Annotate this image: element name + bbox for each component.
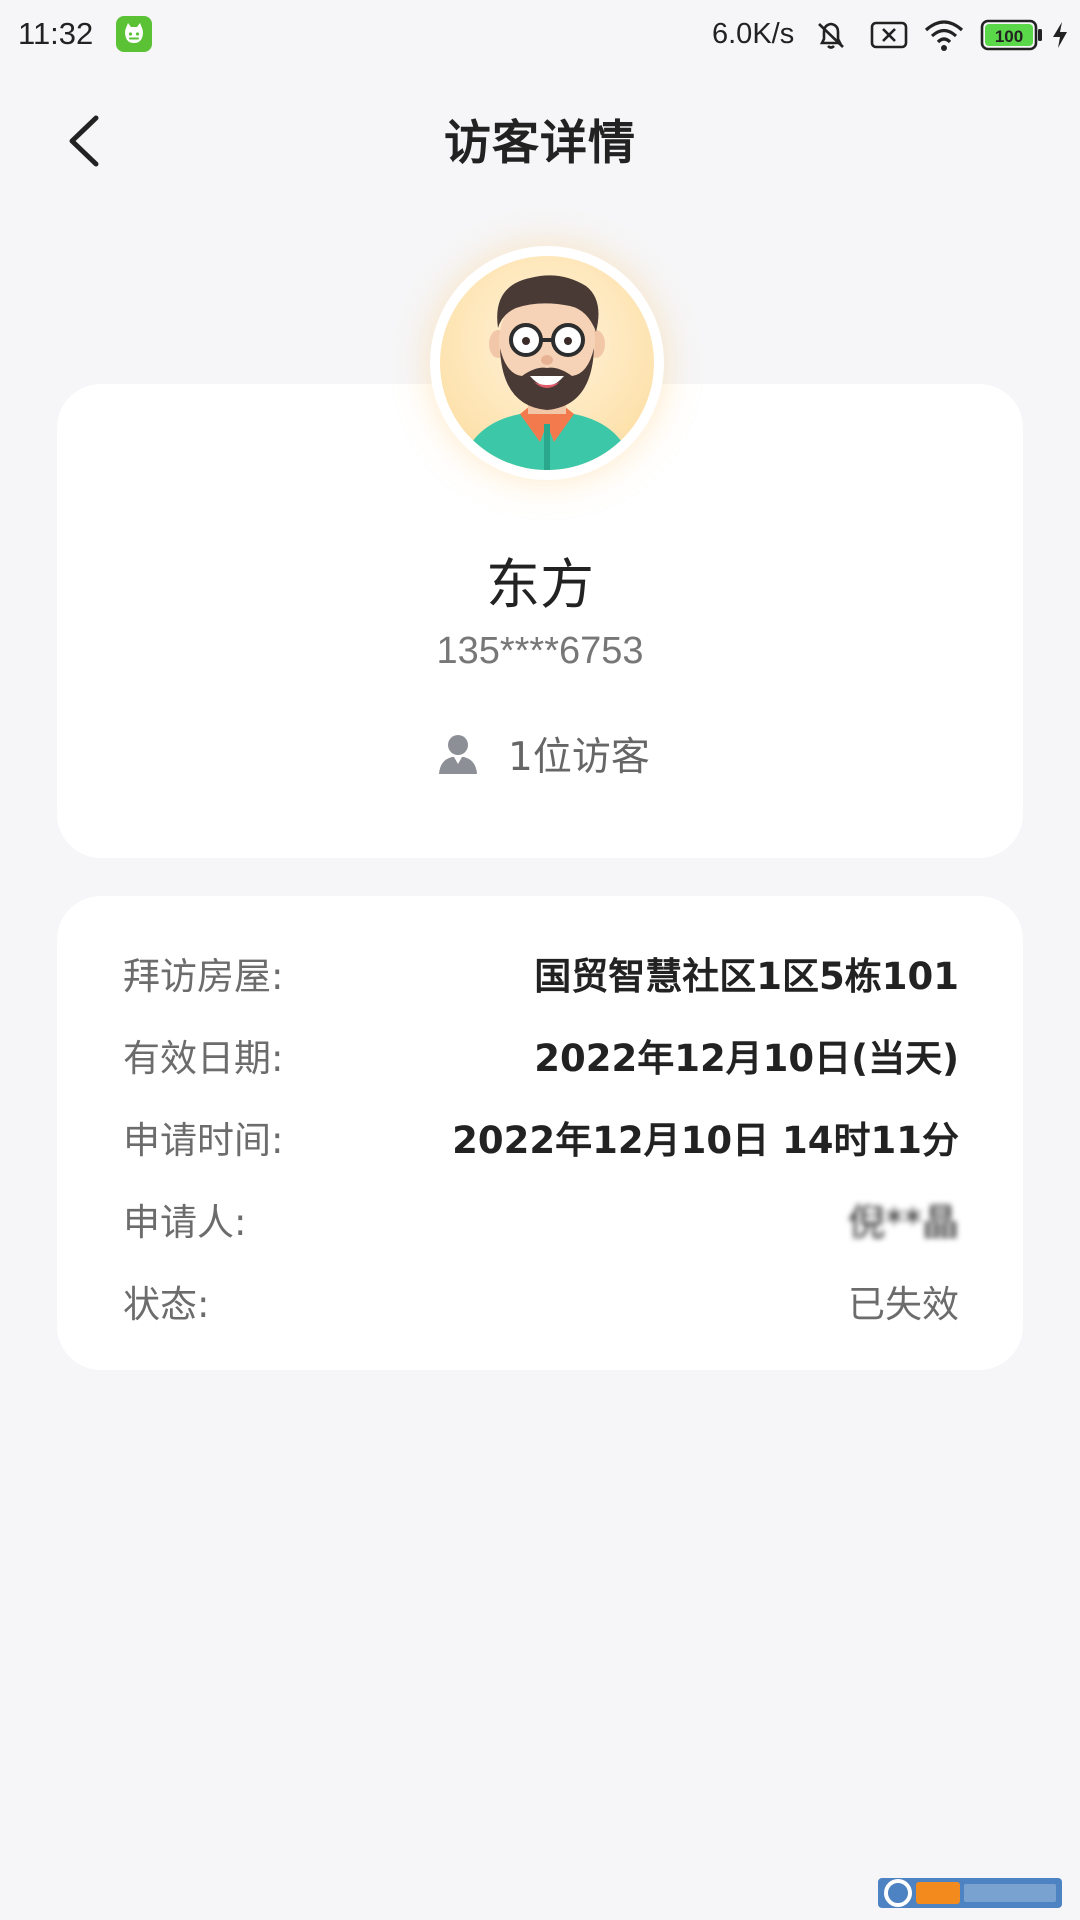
visit-details-card: 拜访房屋: 国贸智慧社区1区5栋101 有效日期: 2022年12月10日(当天… [57, 896, 1023, 1370]
detail-row-status: 状态: 已失效 [57, 1274, 1023, 1334]
avatar-icon [440, 256, 654, 470]
visitor-name: 东方 [486, 553, 594, 616]
visitor-count: 1位访客 [508, 735, 650, 780]
sim-x-icon [870, 20, 908, 54]
detail-row-apply-time: 申请时间: 2022年12月10日 14时11分 [57, 1110, 1023, 1170]
charging-icon [1050, 20, 1070, 54]
detail-label: 拜访房屋: [123, 955, 284, 998]
network-speed: 6.0K/s [712, 18, 795, 50]
watermark-logo [878, 1872, 1062, 1912]
detail-label: 状态: [123, 1283, 210, 1326]
detail-label: 有效日期: [123, 1037, 284, 1080]
detail-value: 2022年12月10日(当天) [534, 1037, 959, 1080]
detail-value: 国贸智慧社区1区5栋101 [534, 955, 959, 998]
status-time: 11:32 [18, 16, 94, 51]
battery-icon: 100 [980, 18, 1044, 56]
detail-row-applicant: 申请人: 倪**晶 [57, 1192, 1023, 1252]
status-badge: 已失效 [848, 1283, 959, 1326]
status-bar: 11:32 6.0K/s 100 [0, 0, 1080, 72]
detail-row-house: 拜访房屋: 国贸智慧社区1区5栋101 [57, 946, 1023, 1006]
visitor-count-row: 1位访客 [0, 724, 1080, 780]
detail-row-valid-date: 有效日期: 2022年12月10日(当天) [57, 1028, 1023, 1088]
detail-value: 2022年12月10日 14时11分 [452, 1119, 959, 1162]
wifi-icon [922, 16, 966, 58]
detail-value: 倪**晶 [848, 1201, 959, 1244]
page-title: 访客详情 [444, 116, 636, 171]
visitor-phone: 135****6753 [436, 630, 644, 672]
cat-app-icon [116, 16, 152, 52]
detail-label: 申请时间: [123, 1119, 284, 1162]
detail-label: 申请人: [123, 1201, 247, 1244]
mute-bell-icon [812, 16, 850, 58]
battery-level: 100 [995, 27, 1023, 46]
avatar [430, 246, 664, 480]
person-icon [436, 732, 480, 776]
